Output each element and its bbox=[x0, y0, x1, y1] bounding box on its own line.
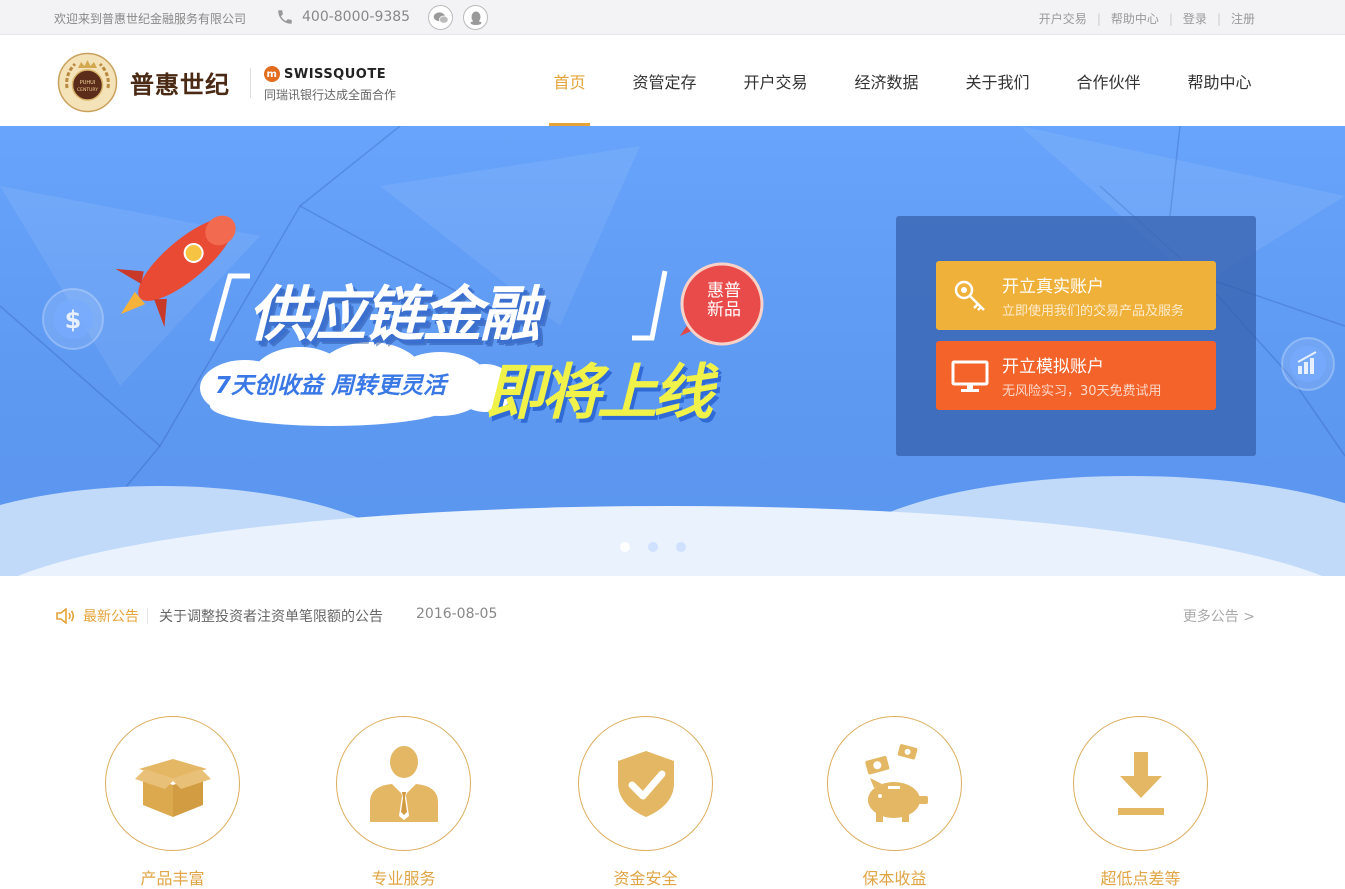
feature-label: 资金安全 bbox=[613, 869, 678, 888]
site-logo[interactable]: PUHUI CENTURY 普惠世纪 bbox=[57, 52, 230, 113]
notice-link[interactable]: 关于调整投资者注资单笔限额的公告 bbox=[159, 606, 383, 626]
welcome-text: 欢迎来到普惠世纪金融服务有限公司 bbox=[54, 12, 247, 26]
divider: | bbox=[1216, 11, 1221, 26]
notice-label-text: 最新公告 bbox=[83, 609, 139, 625]
feature-security[interactable]: 资金安全 bbox=[578, 716, 713, 889]
piggy-bank-icon bbox=[864, 743, 928, 822]
hotline: 400-8000-9385 bbox=[276, 8, 410, 26]
top-link-open-account[interactable]: 开户交易 bbox=[1039, 10, 1087, 27]
growth-chart-icon bbox=[1281, 337, 1335, 391]
partner-brand: m SWISSQUOTE bbox=[264, 66, 396, 82]
speaker-icon bbox=[56, 608, 75, 624]
qq-icon[interactable] bbox=[463, 5, 488, 30]
carousel-dot-1[interactable] bbox=[620, 542, 630, 552]
feature-label: 专业服务 bbox=[371, 869, 436, 888]
account-panel: 开立真实账户 立即使用我们的交易产品及服务 开立模拟账户 无风险实习，30天免费… bbox=[896, 216, 1256, 456]
banner-launch-text: 即将上线 bbox=[485, 358, 713, 428]
more-notices-link[interactable]: 更多公告 > bbox=[1183, 606, 1255, 626]
carousel-dots bbox=[620, 542, 686, 552]
download-icon bbox=[1117, 751, 1164, 815]
feature-service[interactable]: 专业服务 bbox=[336, 716, 471, 889]
laurel-crown-logo-icon: PUHUI CENTURY bbox=[57, 52, 118, 113]
new-product-badge-text: 惠普 新品 bbox=[707, 281, 741, 320]
feature-returns[interactable]: 保本收益 bbox=[827, 716, 962, 889]
phone-number: 400-8000-9385 bbox=[302, 9, 411, 25]
divider: | bbox=[1168, 11, 1173, 26]
open-demo-account-button[interactable]: 开立模拟账户 无风险实习，30天免费试用 bbox=[936, 341, 1216, 410]
partner-info: m SWISSQUOTE 同瑞讯银行达成全面合作 bbox=[264, 66, 396, 103]
dollar-icon: $ bbox=[42, 288, 104, 350]
site-header: PUHUI CENTURY 普惠世纪 m SWISSQUOTE 同瑞讯银行达成全… bbox=[0, 35, 1345, 126]
feature-ring bbox=[336, 716, 471, 851]
nav-item-about-us[interactable]: 关于我们 bbox=[942, 35, 1053, 126]
divider: | bbox=[1096, 11, 1101, 26]
notice-date: 2016-08-05 bbox=[416, 606, 498, 622]
feature-label: 产品丰富 bbox=[140, 869, 205, 888]
feature-label: 超低点差等 bbox=[1100, 869, 1181, 888]
banner-slogan: 7天创收益 周转更灵活 bbox=[215, 373, 447, 399]
hero-banner[interactable]: $ 供应链金融 惠普 新品 7天创收益 周转更灵活 即将上线 开立真实账户 立即… bbox=[0, 126, 1345, 576]
banner-headline: 供应链金融 bbox=[248, 280, 540, 350]
feature-products[interactable]: 产品丰富 bbox=[105, 716, 240, 889]
feature-label: 保本收益 bbox=[862, 869, 927, 888]
svg-text:$: $ bbox=[65, 306, 82, 334]
carousel-dot-3[interactable] bbox=[676, 542, 686, 552]
partner-brand-name: SWISSQUOTE bbox=[284, 66, 387, 82]
top-link-register[interactable]: 注册 bbox=[1231, 10, 1255, 27]
carousel-dot-2[interactable] bbox=[648, 542, 658, 552]
key-icon bbox=[950, 276, 990, 316]
feature-ring bbox=[578, 716, 713, 851]
nav-item-partners[interactable]: 合作伙伴 bbox=[1053, 35, 1164, 126]
shield-icon bbox=[617, 750, 674, 817]
swissquote-logo-icon: m bbox=[264, 66, 280, 82]
notice-bar: 最新公告 关于调整投资者注资单笔限额的公告 2016-08-05 更多公告 > bbox=[0, 576, 1345, 656]
top-link-help[interactable]: 帮助中心 bbox=[1111, 10, 1159, 27]
partner-subtitle: 同瑞讯银行达成全面合作 bbox=[264, 88, 397, 102]
demo-account-subtitle: 无风险实习，30天免费试用 bbox=[1002, 384, 1162, 399]
top-link-login[interactable]: 登录 bbox=[1183, 10, 1207, 27]
wechat-icon[interactable] bbox=[428, 5, 453, 30]
phone-icon bbox=[278, 10, 292, 24]
divider bbox=[147, 608, 148, 624]
person-icon bbox=[369, 745, 438, 822]
top-links: 开户交易 | 帮助中心 | 登录 | 注册 bbox=[1039, 10, 1255, 27]
nav-item-asset-deposit[interactable]: 资管定存 bbox=[609, 35, 720, 126]
nav-item-economic-data[interactable]: 经济数据 bbox=[831, 35, 942, 126]
main-nav: 首页 资管定存 开户交易 经济数据 关于我们 合作伙伴 帮助中心 bbox=[530, 35, 1275, 126]
svg-text:PUHUI: PUHUI bbox=[80, 80, 96, 86]
nav-item-home[interactable]: 首页 bbox=[530, 35, 609, 126]
svg-text:CENTURY: CENTURY bbox=[77, 87, 98, 93]
demo-account-title: 开立模拟账户 bbox=[1002, 357, 1104, 377]
open-real-account-button[interactable]: 开立真实账户 立即使用我们的交易产品及服务 bbox=[936, 261, 1216, 330]
real-account-subtitle: 立即使用我们的交易产品及服务 bbox=[1002, 304, 1185, 319]
feature-ring bbox=[827, 716, 962, 851]
notice-label: 最新公告 bbox=[55, 606, 139, 626]
monitor-icon bbox=[950, 356, 990, 396]
nav-item-open-account[interactable]: 开户交易 bbox=[720, 35, 831, 126]
top-bar: 欢迎来到普惠世纪金融服务有限公司 400-8000-9385 开户交易 | 帮助… bbox=[0, 0, 1345, 35]
real-account-title: 开立真实账户 bbox=[1002, 277, 1104, 297]
feature-low-spread[interactable]: 超低点差等 bbox=[1073, 716, 1208, 889]
box-icon bbox=[134, 758, 211, 817]
nav-item-help-center[interactable]: 帮助中心 bbox=[1164, 35, 1275, 126]
logo-text: 普惠世纪 bbox=[130, 70, 230, 99]
divider bbox=[250, 68, 251, 98]
feature-ring bbox=[105, 716, 240, 851]
feature-ring bbox=[1073, 716, 1208, 851]
